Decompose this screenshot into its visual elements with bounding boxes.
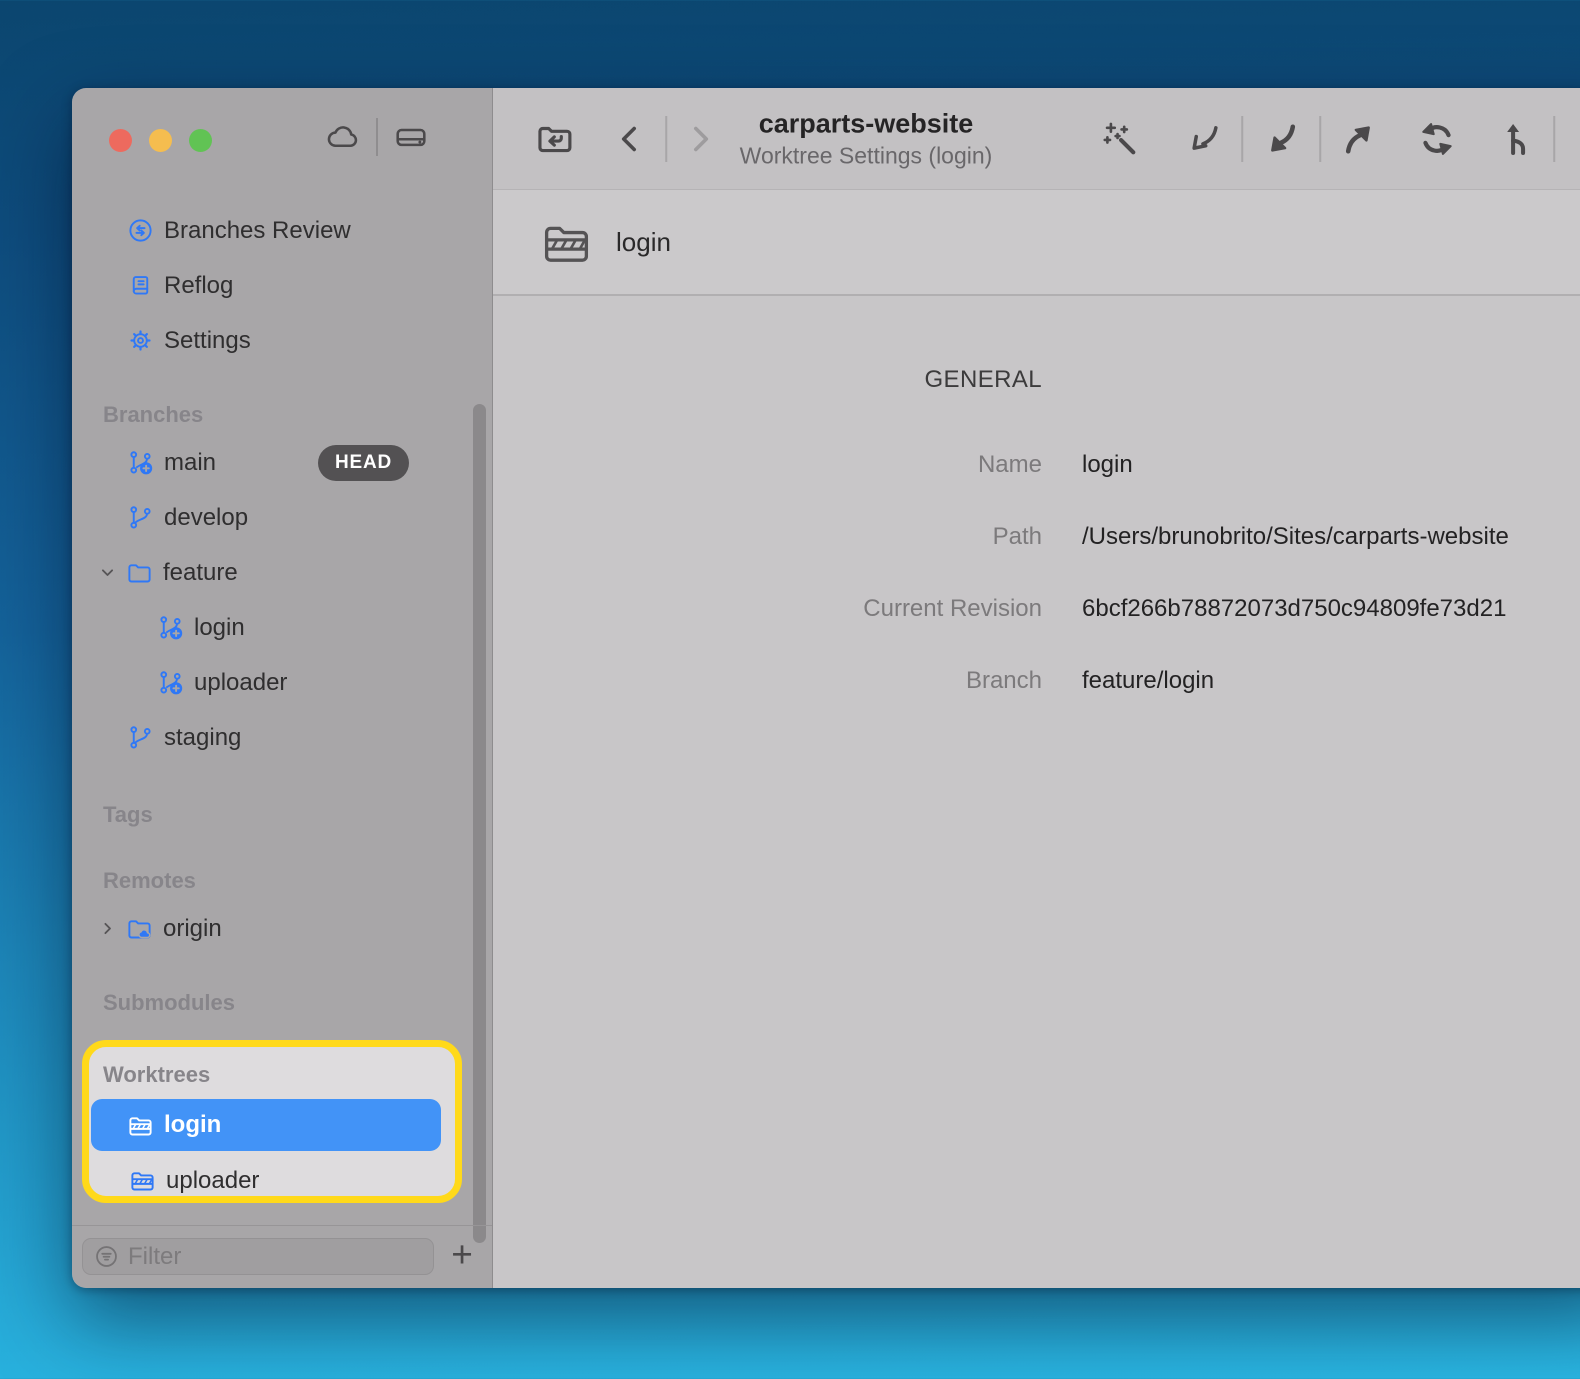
pull-button[interactable] <box>1262 118 1304 160</box>
sidebar-item-label: develop <box>164 504 248 532</box>
toolbar-divider <box>1319 116 1321 162</box>
section-header-worktrees: Worktrees <box>89 1055 455 1095</box>
sidebar-item-label: Reflog <box>164 272 233 300</box>
sidebar-scrollbar-thumb[interactable] <box>473 404 486 1243</box>
field-value: /Users/brunobrito/Sites/carparts-website <box>1082 523 1509 551</box>
branch-worktree-icon <box>157 669 184 696</box>
sidebar-item-worktree-login[interactable]: login <box>91 1099 441 1151</box>
worktree-folder-icon <box>540 216 593 269</box>
sidebar: Branches Review Reflog <box>72 88 493 1288</box>
branch-icon <box>127 504 154 531</box>
toolbar-divider <box>1241 116 1243 162</box>
sidebar-item-label: uploader <box>194 669 287 697</box>
navigate-forward-button[interactable] <box>682 121 718 157</box>
sidebar-item-settings[interactable]: Settings <box>72 313 492 368</box>
main-area: carparts-website Worktree Settings (logi… <box>493 88 1580 1288</box>
chevron-down-icon[interactable] <box>99 564 116 581</box>
field-row-branch: Branch feature/login <box>493 645 1580 717</box>
settings-form: GENERAL Name login Path /Users/brunobrit… <box>493 296 1580 1288</box>
repository-title: carparts-website <box>740 109 993 140</box>
add-button[interactable]: + <box>440 1230 484 1280</box>
toolbar: carparts-website Worktree Settings (logi… <box>493 88 1580 190</box>
toolbar-divider <box>665 116 667 162</box>
sidebar-item-branch-main[interactable]: main HEAD <box>72 435 492 490</box>
back-to-repositories-button[interactable] <box>534 118 576 160</box>
branch-worktree-icon <box>127 449 154 476</box>
content-header: login <box>493 190 1580 296</box>
sidebar-item-label: login <box>164 1111 221 1139</box>
worktree-folder-icon <box>127 1112 154 1139</box>
view-subtitle: Worktree Settings (login) <box>740 143 993 170</box>
branch-worktree-icon <box>157 614 184 641</box>
field-row-current-revision: Current Revision 6bcf266b78872073d750c94… <box>493 573 1580 645</box>
branches-review-icon <box>127 217 154 244</box>
sidebar-item-label: origin <box>163 915 222 943</box>
field-row-path: Path /Users/brunobrito/Sites/carparts-we… <box>493 501 1580 573</box>
window-title-block: carparts-website Worktree Settings (logi… <box>740 109 993 170</box>
filter-icon <box>93 1243 120 1270</box>
sidebar-item-label: Settings <box>164 327 251 355</box>
filter-input[interactable] <box>128 1243 423 1271</box>
push-button[interactable] <box>1337 118 1379 160</box>
field-label: Name <box>493 451 1042 479</box>
desktop-background: { "toolbar": { "title": "carparts-websit… <box>0 0 1580 1379</box>
sidebar-item-branches-review[interactable]: Branches Review <box>72 203 492 258</box>
sidebar-item-worktree-uploader[interactable]: uploader <box>89 1153 455 1203</box>
branch-icon <box>127 724 154 751</box>
field-label: Current Revision <box>493 595 1042 623</box>
filter-field[interactable] <box>82 1238 434 1275</box>
head-badge: HEAD <box>318 445 409 481</box>
sync-button[interactable] <box>1416 118 1458 160</box>
sidebar-item-branch-folder-feature[interactable]: feature <box>72 545 492 600</box>
sidebar-navigation: Branches Review Reflog <box>72 88 492 1203</box>
general-section-row: GENERAL <box>493 358 1580 402</box>
field-value: login <box>1082 451 1133 479</box>
sidebar-item-branch-feature-login[interactable]: login <box>72 600 492 655</box>
section-header-tags: Tags <box>72 795 492 835</box>
sidebar-item-branch-feature-uploader[interactable]: uploader <box>72 655 492 710</box>
sidebar-item-label: uploader <box>166 1167 259 1195</box>
worktrees-highlight-box: Worktrees login <box>82 1040 462 1203</box>
sidebar-item-branch-staging[interactable]: staging <box>72 710 492 765</box>
sidebar-item-label: feature <box>163 559 238 587</box>
field-value: 6bcf266b78872073d750c94809fe73d21 <box>1082 595 1506 623</box>
sidebar-item-label: main <box>164 449 216 477</box>
worktree-name-title: login <box>616 227 671 258</box>
app-window: Branches Review Reflog <box>72 88 1580 1288</box>
quick-actions-wand-button[interactable] <box>1099 118 1141 160</box>
sidebar-item-label: login <box>194 614 245 642</box>
sidebar-item-remote-origin[interactable]: origin <box>72 901 492 956</box>
field-label: Path <box>493 523 1042 551</box>
section-header-submodules: Submodules <box>72 983 492 1023</box>
field-label: Branch <box>493 667 1042 695</box>
sidebar-bottom-bar: + <box>72 1225 492 1288</box>
folder-icon <box>126 559 153 586</box>
toolbar-divider <box>1553 116 1555 162</box>
merge-button[interactable] <box>1497 118 1539 160</box>
reflog-book-icon <box>127 272 154 299</box>
field-row-name: Name login <box>493 429 1580 501</box>
section-header-remotes: Remotes <box>72 861 492 901</box>
navigate-back-button[interactable] <box>612 121 648 157</box>
fetch-button[interactable] <box>1184 118 1226 160</box>
field-value: feature/login <box>1082 667 1214 695</box>
sidebar-item-reflog[interactable]: Reflog <box>72 258 492 313</box>
section-title: GENERAL <box>493 366 1042 394</box>
sidebar-item-label: staging <box>164 724 241 752</box>
section-header-branches: Branches <box>72 395 492 435</box>
sidebar-item-label: Branches Review <box>164 217 351 245</box>
remote-folder-cloud-icon <box>126 915 153 942</box>
worktree-folder-icon <box>129 1167 156 1194</box>
sidebar-item-branch-develop[interactable]: develop <box>72 490 492 545</box>
gear-icon <box>127 327 154 354</box>
chevron-right-icon[interactable] <box>99 920 116 937</box>
